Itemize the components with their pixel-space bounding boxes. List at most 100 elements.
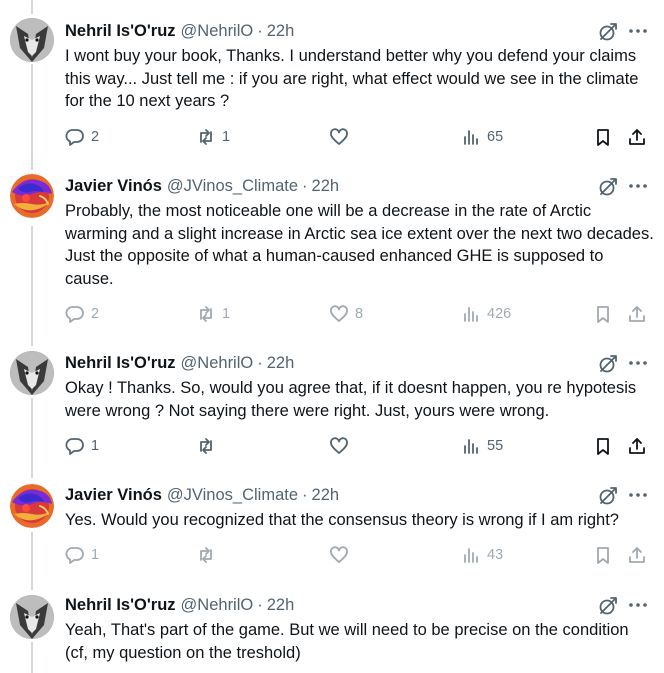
reply-icon <box>65 438 84 455</box>
bookmark-button[interactable] <box>593 545 613 565</box>
reply-icon <box>65 306 84 323</box>
more-options-icon[interactable] <box>627 176 649 196</box>
timestamp[interactable]: 22h <box>267 354 295 373</box>
reply-count: 2 <box>91 306 100 322</box>
reply-button[interactable]: 2 <box>65 127 99 147</box>
bookmark-button[interactable] <box>593 127 613 147</box>
reply-button[interactable]: 2 <box>65 304 99 324</box>
avatar-nehril[interactable] <box>10 595 54 639</box>
tweet[interactable]: Nehril Is'O'ruz @NehrilO · 22h Yeah, Tha… <box>0 591 664 673</box>
views-button[interactable]: 65 <box>461 127 503 147</box>
share-button[interactable] <box>627 436 647 456</box>
grok-icon[interactable] <box>598 354 618 374</box>
share-icon <box>629 547 645 563</box>
like-count: 8 <box>355 306 364 322</box>
tweet-actions: 1 43 <box>63 545 653 567</box>
views-button[interactable]: 43 <box>461 545 503 565</box>
retweet-button[interactable] <box>196 545 222 565</box>
views-count: 65 <box>487 129 504 145</box>
reply-icon <box>65 129 84 146</box>
author-handle[interactable]: @NehrilO <box>181 354 254 373</box>
avatar-javier[interactable] <box>10 174 54 218</box>
bookmark-icon <box>597 438 609 455</box>
author-name[interactable]: Javier Vinós <box>65 486 162 505</box>
reply-count: 1 <box>91 438 100 454</box>
views-icon <box>464 130 478 145</box>
views-button[interactable]: 55 <box>461 436 503 456</box>
retweet-count: 1 <box>222 129 231 145</box>
timestamp[interactable]: 22h <box>312 177 340 196</box>
more-options-icon[interactable] <box>627 21 649 41</box>
retweet-button[interactable]: 1 <box>196 304 230 324</box>
author-name[interactable]: Nehril Is'O'ruz <box>65 22 176 41</box>
tweet-text: Yeah, That's part of the game. But we wi… <box>65 621 629 662</box>
grok-icon[interactable] <box>598 596 618 616</box>
tweet-header: Javier Vinós @JVinos_Climate · 22h <box>65 484 664 506</box>
tweet-header: Nehril Is'O'ruz @NehrilO · 22h <box>65 352 664 374</box>
heart-icon <box>330 128 348 145</box>
tweet-text: Yes. Would you recognized that the conse… <box>65 511 619 529</box>
separator-dot: · <box>302 176 308 195</box>
grok-icon[interactable] <box>598 177 618 197</box>
separator-dot: · <box>302 485 308 504</box>
views-count: 43 <box>487 547 504 563</box>
share-icon <box>629 129 645 145</box>
author-name[interactable]: Nehril Is'O'ruz <box>65 596 176 615</box>
share-button[interactable] <box>627 127 647 147</box>
views-icon <box>464 548 478 563</box>
timestamp[interactable]: 22h <box>312 486 340 505</box>
author-name[interactable]: Javier Vinós <box>65 177 162 196</box>
views-icon <box>464 307 478 322</box>
more-options-icon[interactable] <box>627 485 649 505</box>
grok-icon[interactable] <box>598 486 618 506</box>
timestamp[interactable]: 22h <box>267 22 295 41</box>
tweet-actions: 2 1 8 426 <box>63 304 653 326</box>
retweet-button[interactable]: 1 <box>196 127 230 147</box>
avatar-nehril[interactable] <box>10 351 54 395</box>
tweet[interactable]: Nehril Is'O'ruz @NehrilO · 22h I wont bu… <box>0 0 664 165</box>
reply-button[interactable]: 1 <box>65 545 99 565</box>
bookmark-button[interactable] <box>593 436 613 456</box>
more-options-icon[interactable] <box>627 353 649 373</box>
share-button[interactable] <box>627 545 647 565</box>
retweet-icon <box>200 547 212 563</box>
share-icon <box>629 438 645 454</box>
share-button[interactable] <box>627 304 647 324</box>
like-button[interactable] <box>329 436 355 456</box>
reply-count: 1 <box>91 547 100 563</box>
author-name[interactable]: Nehril Is'O'ruz <box>65 354 176 373</box>
views-button[interactable]: 426 <box>461 304 511 324</box>
avatar-nehril[interactable] <box>10 18 54 62</box>
share-icon <box>629 306 645 322</box>
views-icon <box>464 439 478 454</box>
like-button[interactable] <box>329 127 355 147</box>
bookmark-icon <box>597 129 609 146</box>
bookmark-button[interactable] <box>593 304 613 324</box>
tweet-header: Javier Vinós @JVinos_Climate · 22h <box>65 175 664 197</box>
bookmark-icon <box>597 547 609 564</box>
tweet[interactable]: Javier Vinós @JVinos_Climate · 22h Yes. … <box>0 481 664 591</box>
timestamp[interactable]: 22h <box>267 596 295 615</box>
reply-icon <box>65 547 84 564</box>
reply-button[interactable]: 1 <box>65 436 99 456</box>
tweet[interactable]: Nehril Is'O'ruz @NehrilO · 22h Okay ! Th… <box>0 341 664 481</box>
bookmark-icon <box>597 306 609 323</box>
grok-icon[interactable] <box>598 22 618 42</box>
tweet[interactable]: Javier Vinós @JVinos_Climate · 22h Proba… <box>0 165 664 341</box>
retweet-count: 1 <box>222 306 231 322</box>
heart-icon <box>330 546 348 563</box>
avatar-javier[interactable] <box>10 484 54 528</box>
author-handle[interactable]: @JVinos_Climate <box>167 177 298 196</box>
author-handle[interactable]: @NehrilO <box>181 596 254 615</box>
like-button[interactable] <box>329 545 355 565</box>
retweet-button[interactable] <box>196 436 222 456</box>
tweet-actions: 1 55 <box>63 436 653 458</box>
author-handle[interactable]: @JVinos_Climate <box>167 486 298 505</box>
more-options-icon[interactable] <box>627 595 649 615</box>
like-button[interactable]: 8 <box>329 304 363 324</box>
separator-dot: · <box>257 595 263 614</box>
separator-dot: · <box>257 21 263 40</box>
author-handle[interactable]: @NehrilO <box>181 22 254 41</box>
separator-dot: · <box>257 353 263 372</box>
reply-count: 2 <box>91 129 100 145</box>
